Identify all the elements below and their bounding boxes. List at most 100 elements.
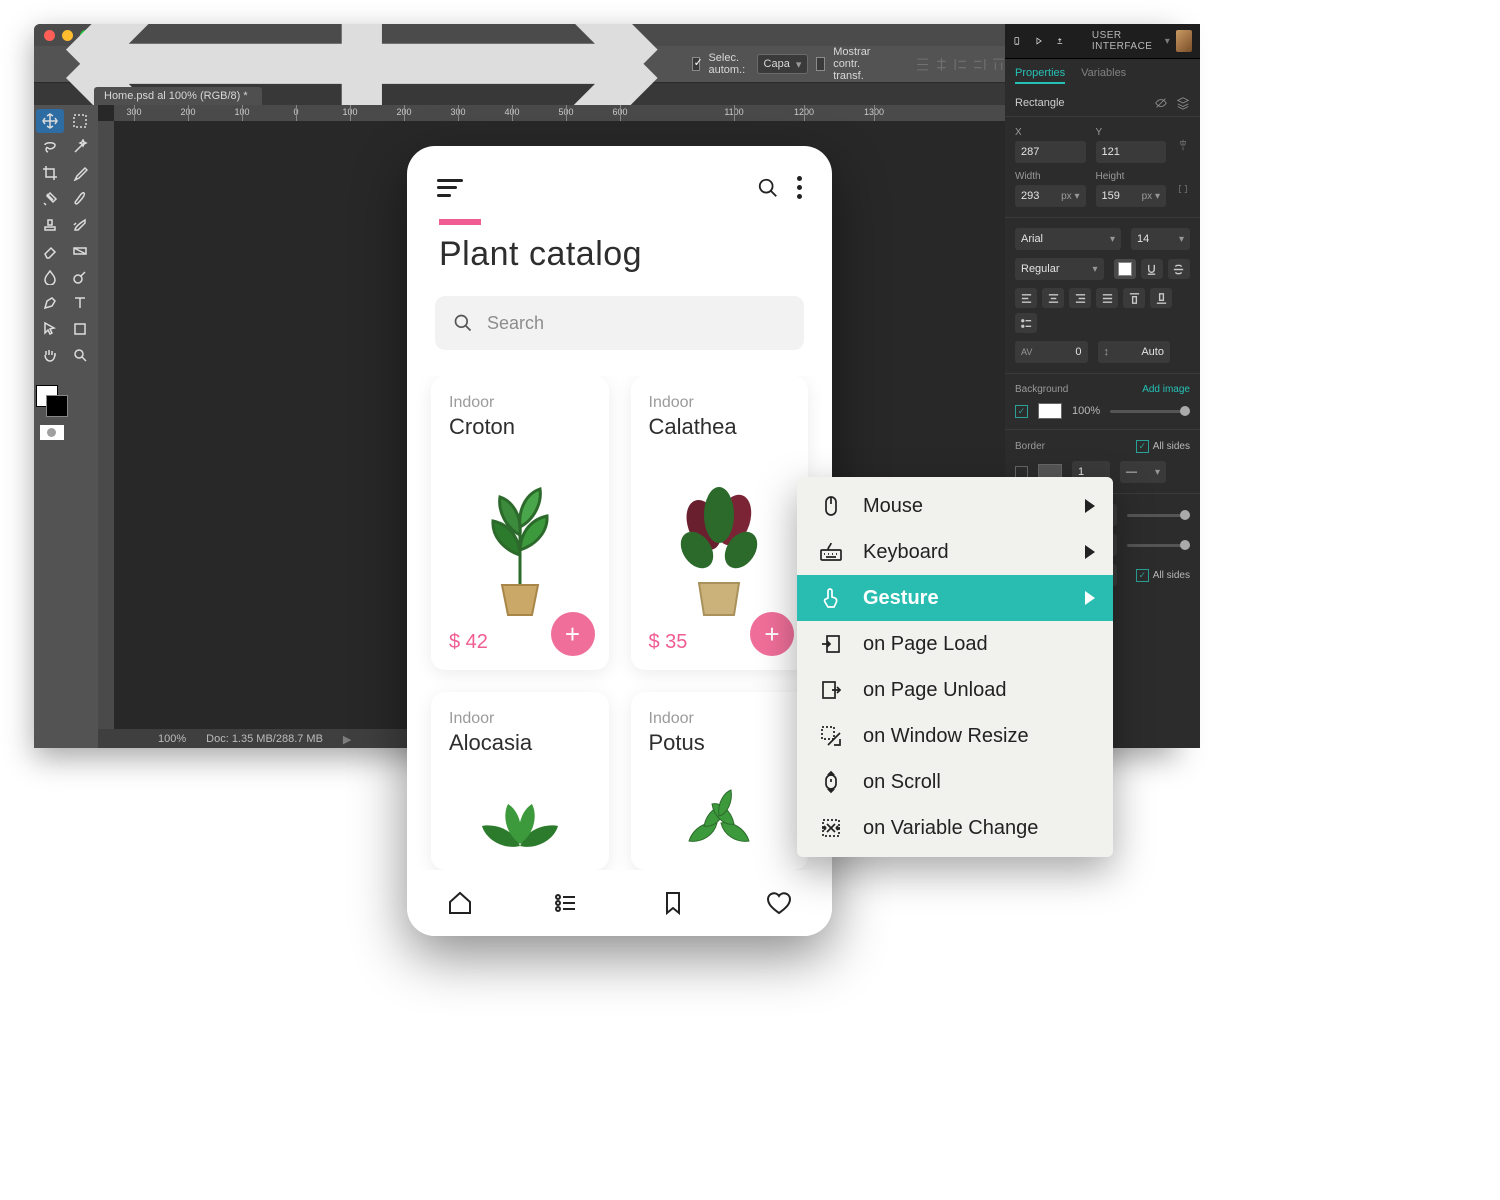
border-sides-label: All sides xyxy=(1153,441,1190,452)
menu-item-mouse[interactable]: Mouse xyxy=(797,483,1113,529)
page-unload-icon xyxy=(819,678,843,702)
product-image xyxy=(649,450,791,625)
menu-item-scroll[interactable]: on Scroll xyxy=(797,759,1113,805)
font-color-swatch[interactable] xyxy=(1114,259,1136,279)
x-input[interactable]: 287 xyxy=(1015,141,1086,163)
status-chevron-icon[interactable]: ▶ xyxy=(343,733,351,746)
auto-select-checkbox[interactable] xyxy=(692,57,701,71)
gradient-tool[interactable] xyxy=(66,239,94,263)
align-center-icon[interactable] xyxy=(1042,288,1064,308)
zoom-tool[interactable] xyxy=(66,343,94,367)
device-icon[interactable] xyxy=(1013,34,1021,48)
geometry-section: X 287 Y 121 Width 293px ▾ Height 159px ▾ xyxy=(1005,117,1200,218)
history-brush-tool[interactable] xyxy=(66,213,94,237)
healing-tool[interactable] xyxy=(36,187,64,211)
border-style-select[interactable]: —▾ xyxy=(1120,461,1166,483)
list-icon[interactable] xyxy=(1015,313,1037,333)
border-allsides-check[interactable]: ✓ xyxy=(1136,440,1149,453)
search-field-icon xyxy=(453,313,473,333)
wand-tool[interactable] xyxy=(66,135,94,159)
home-icon[interactable] xyxy=(446,889,474,917)
menu-item-variable-change[interactable]: on Variable Change xyxy=(797,805,1113,851)
marquee-tool[interactable] xyxy=(66,109,94,133)
menu-item-window-resize[interactable]: on Window Resize xyxy=(797,713,1113,759)
upload-icon[interactable] xyxy=(1056,34,1064,48)
menu-label: Mouse xyxy=(863,495,923,518)
path-select-tool[interactable] xyxy=(36,317,64,341)
hand-tool[interactable] xyxy=(36,343,64,367)
doc-size-readout: Doc: 1.35 MB/288.7 MB xyxy=(206,733,323,745)
letter-spacing-input[interactable]: AV 0 xyxy=(1015,341,1088,363)
user-menu[interactable]: USER INTERFACE ▾ xyxy=(1092,30,1192,52)
add-button[interactable]: + xyxy=(750,612,794,656)
color-swatches[interactable] xyxy=(36,385,64,413)
align-left-icon[interactable] xyxy=(1015,288,1037,308)
valign-bottom-icon[interactable] xyxy=(1150,288,1172,308)
add-button[interactable]: + xyxy=(551,612,595,656)
rotation-slider[interactable] xyxy=(1127,514,1190,517)
menu-item-page-unload[interactable]: on Page Unload xyxy=(797,667,1113,713)
auto-select-dropdown[interactable]: Capa▾ xyxy=(757,54,809,74)
play-icon[interactable] xyxy=(1035,34,1043,48)
bg-opacity-value[interactable]: 100% xyxy=(1072,405,1100,417)
shape-tool[interactable] xyxy=(66,317,94,341)
menu-icon[interactable] xyxy=(437,179,463,197)
underline-icon[interactable] xyxy=(1141,259,1163,279)
dodge-tool[interactable] xyxy=(66,265,94,289)
search-icon[interactable] xyxy=(757,177,779,199)
bookmark-icon[interactable] xyxy=(659,889,687,917)
bg-opacity-slider[interactable] xyxy=(1110,410,1190,413)
show-transform-checkbox[interactable] xyxy=(816,57,825,71)
align-right-icon[interactable] xyxy=(1069,288,1091,308)
quickmask-toggle[interactable] xyxy=(40,425,64,440)
brush-tool[interactable] xyxy=(66,187,94,211)
bg-enabled-check[interactable]: ✓ xyxy=(1015,405,1028,418)
bg-color-swatch[interactable] xyxy=(1038,403,1062,419)
lasso-tool[interactable] xyxy=(36,135,64,159)
width-input[interactable]: 293px ▾ xyxy=(1015,185,1086,207)
move-tool[interactable] xyxy=(36,109,64,133)
type-tool[interactable] xyxy=(66,291,94,315)
link-wh-icon[interactable] xyxy=(1176,182,1190,196)
product-card[interactable]: Indoor Alocasia xyxy=(431,692,609,870)
font-weight-select[interactable]: Regular▾ xyxy=(1015,258,1104,280)
menu-label: on Window Resize xyxy=(863,725,1029,748)
align-justify-icon[interactable] xyxy=(1096,288,1118,308)
round-allsides-check[interactable]: ✓ xyxy=(1136,569,1149,582)
y-input[interactable]: 121 xyxy=(1096,141,1167,163)
layers-icon[interactable] xyxy=(1176,96,1190,110)
font-family-select[interactable]: Arial▾ xyxy=(1015,228,1121,250)
menu-item-gesture[interactable]: Gesture xyxy=(797,575,1113,621)
variable-icon xyxy=(819,816,843,840)
blur-tool[interactable] xyxy=(36,265,64,289)
page-title: Plant catalog xyxy=(439,235,832,274)
add-image-link[interactable]: Add image xyxy=(1142,384,1190,395)
document-tab[interactable]: Home.psd al 100% (RGB/8) * xyxy=(94,87,262,105)
eyedropper-tool[interactable] xyxy=(66,161,94,185)
opacity-slider[interactable] xyxy=(1127,544,1190,547)
visibility-icon[interactable] xyxy=(1154,96,1168,110)
tab-properties[interactable]: Properties xyxy=(1015,67,1065,84)
font-size-input[interactable]: 14▾ xyxy=(1131,228,1190,250)
menu-item-page-load[interactable]: on Page Load xyxy=(797,621,1113,667)
product-card[interactable]: Indoor Croton $ 42 + xyxy=(431,376,609,670)
heart-icon[interactable] xyxy=(765,889,793,917)
line-height-input[interactable]: ↕ Auto xyxy=(1098,341,1171,363)
tab-variables[interactable]: Variables xyxy=(1081,67,1126,84)
height-input[interactable]: 159px ▾ xyxy=(1096,185,1167,207)
crop-tool[interactable] xyxy=(36,161,64,185)
stamp-tool[interactable] xyxy=(36,213,64,237)
mouse-icon xyxy=(819,494,843,518)
product-card[interactable]: Indoor Calathea $ 35 + xyxy=(631,376,809,670)
strike-icon[interactable] xyxy=(1168,259,1190,279)
valign-top-icon[interactable] xyxy=(1123,288,1145,308)
more-icon[interactable] xyxy=(797,176,802,199)
list-nav-icon[interactable] xyxy=(552,889,580,917)
eraser-tool[interactable] xyxy=(36,239,64,263)
menu-item-keyboard[interactable]: Keyboard xyxy=(797,529,1113,575)
pen-tool[interactable] xyxy=(36,291,64,315)
product-card[interactable]: Indoor Potus xyxy=(631,692,809,870)
zoom-readout[interactable]: 100% xyxy=(158,733,186,745)
pin-icon[interactable] xyxy=(1176,138,1190,152)
search-field[interactable]: Search xyxy=(435,296,804,350)
